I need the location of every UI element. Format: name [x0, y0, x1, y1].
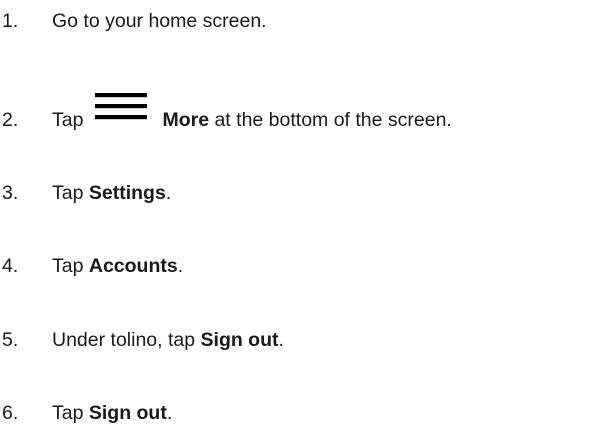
- accounts-label: Accounts: [88, 255, 178, 277]
- step-text-pre: Tap: [52, 109, 84, 131]
- step-text-post: .: [177, 255, 184, 277]
- step-text-pre: Tap: [52, 255, 89, 277]
- sign-out-label: Sign out: [88, 402, 167, 424]
- menu-icon: [95, 91, 148, 127]
- step-text: Under tolino, tap Sign out.: [52, 323, 284, 357]
- step-text-post: .: [166, 402, 173, 424]
- step-text-rest: More at the bottom of the screen.: [162, 103, 451, 137]
- step-text-pre: Tap: [52, 182, 89, 204]
- step-text-pre: Tap: [52, 402, 89, 424]
- step-text-plain: Go to your home screen.: [52, 10, 267, 32]
- step-text-post: .: [165, 182, 172, 204]
- step-5: 5. Under tolino, tap Sign out.: [0, 323, 590, 357]
- step-number: 3.: [2, 182, 19, 204]
- step-text: Go to your home screen.: [52, 4, 267, 38]
- step-text-post: at the bottom of the screen.: [209, 109, 452, 131]
- step-text: Tap Settings.: [52, 176, 171, 210]
- step-number: 1.: [2, 10, 19, 32]
- step-number: 2.: [2, 109, 19, 131]
- instruction-list: 1. Go to your home screen. 2. Tap More a…: [0, 0, 590, 425]
- step-number: 4.: [2, 255, 19, 277]
- step-2: 2. Tap More at the bottom of the screen.: [0, 93, 590, 137]
- step-1: 1. Go to your home screen.: [0, 4, 590, 38]
- step-text-post: .: [278, 329, 284, 351]
- step-4: 4. Tap Accounts.: [0, 249, 590, 283]
- step-text: Tap: [52, 103, 83, 137]
- step-text-pre: Under tolino, tap: [52, 329, 201, 351]
- step-text: Tap Accounts.: [52, 249, 183, 283]
- step-number: 5.: [2, 329, 19, 351]
- settings-label: Settings: [88, 182, 166, 204]
- step-3: 3. Tap Settings.: [0, 176, 590, 210]
- more-label: More: [162, 109, 210, 131]
- sign-out-label: Sign out: [200, 329, 279, 351]
